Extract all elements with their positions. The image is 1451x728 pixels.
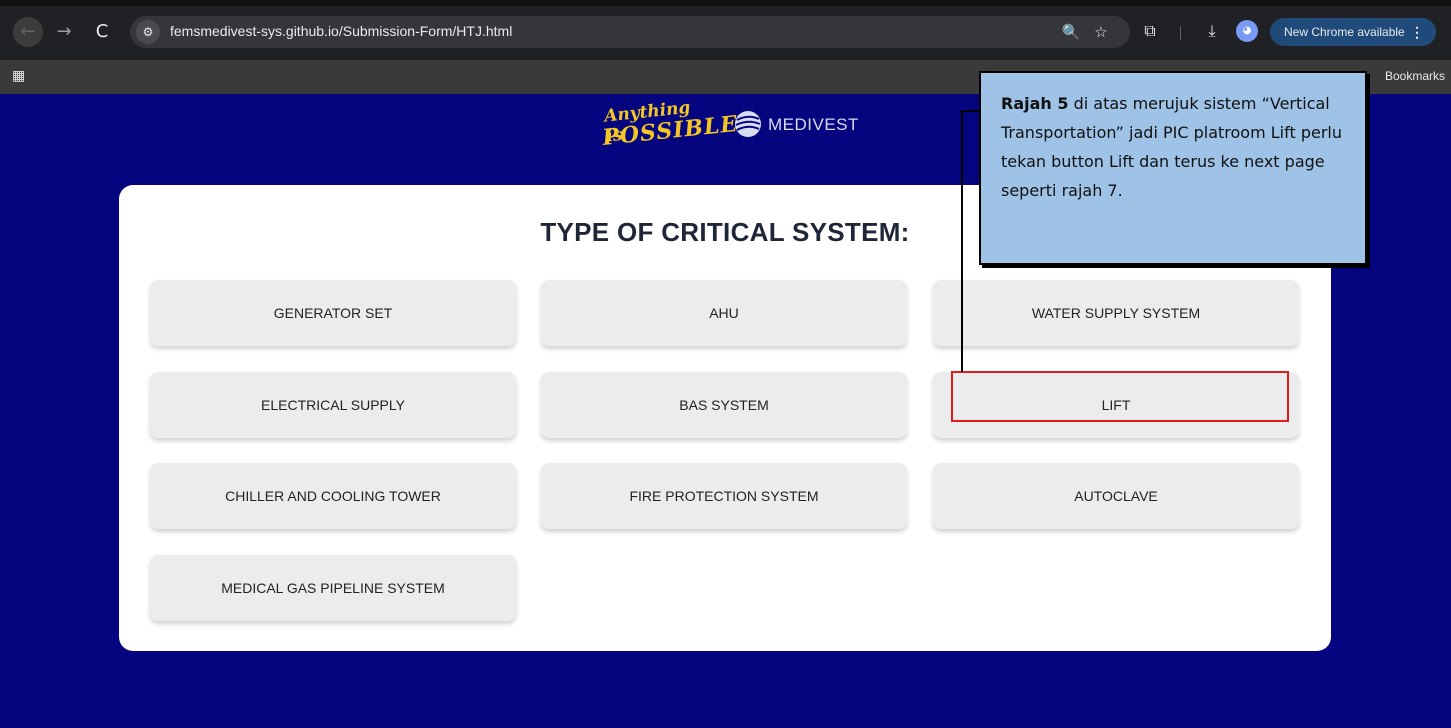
anything-is-possible-logo: Anything is POSSIBLE — [597, 95, 739, 165]
medical-gas-pipeline-system-button[interactable]: MEDICAL GAS PIPELINE SYSTEM — [150, 555, 516, 621]
medivest-globe-icon — [735, 111, 761, 137]
electrical-supply-button[interactable]: ELECTRICAL SUPPLY — [150, 372, 516, 438]
fire-protection-system-button[interactable]: FIRE PROTECTION SYSTEM — [541, 463, 907, 529]
address-bar[interactable]: ⚙ femsmedivest-sys.github.io/Submission-… — [130, 16, 1130, 48]
instruction-callout: Rajah 5 di atas merujuk sistem “Vertical… — [979, 71, 1367, 265]
autoclave-button[interactable]: AUTOCLAVE — [933, 463, 1299, 529]
browser-toolbar: ← → C ⚙ femsmedivest-sys.github.io/Submi… — [0, 0, 1451, 62]
callout-connector-vertical — [961, 110, 963, 372]
zoom-icon[interactable]: 🔍 — [1060, 21, 1082, 43]
bookmark-star-icon[interactable]: ☆ — [1090, 21, 1112, 43]
medivest-wordmark: MEDIVEST — [768, 115, 859, 134]
apps-grid-icon[interactable]: ▦ — [12, 68, 28, 84]
bas-system-button[interactable]: BAS SYSTEM — [541, 372, 907, 438]
back-icon[interactable]: ← — [13, 17, 43, 47]
all-bookmarks-link[interactable]: Bookmarks — [1385, 69, 1445, 83]
water-supply-system-button[interactable]: WATER SUPPLY SYSTEM — [933, 280, 1299, 346]
url-text[interactable]: femsmedivest-sys.github.io/Submission-Fo… — [170, 23, 512, 39]
forward-icon[interactable]: → — [52, 20, 76, 44]
chiller-and-cooling-tower-button[interactable]: CHILLER AND COOLING TOWER — [150, 463, 516, 529]
download-icon[interactable]: ⤓ — [1200, 19, 1224, 43]
extensions-icon[interactable]: ⧉ — [1138, 19, 1162, 43]
callout-figure-ref: Rajah 5 — [1001, 94, 1069, 113]
callout-connector-horizontal — [961, 110, 981, 112]
new-chrome-available-button[interactable]: New Chrome available ⋮ — [1270, 18, 1436, 46]
site-info-icon[interactable]: ⚙ — [136, 20, 160, 44]
generator-set-button[interactable]: GENERATOR SET — [150, 280, 516, 346]
navigation-bar: ← → C ⚙ femsmedivest-sys.github.io/Submi… — [0, 6, 1451, 60]
toolbar-divider — [1180, 26, 1181, 40]
update-label: New Chrome available — [1284, 25, 1405, 39]
reload-icon[interactable]: C — [90, 20, 114, 44]
more-menu-icon[interactable]: ⋮ — [1410, 18, 1424, 46]
ahu-button[interactable]: AHU — [541, 280, 907, 346]
lift-highlight-box — [951, 371, 1289, 422]
profile-avatar-icon[interactable]: ◕ — [1236, 20, 1258, 42]
